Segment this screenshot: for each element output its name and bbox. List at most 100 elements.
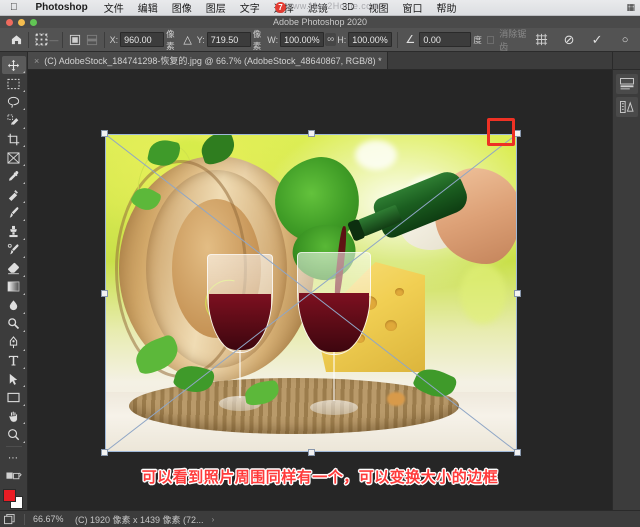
hand-tool[interactable] (2, 407, 26, 425)
align-icon[interactable] (67, 31, 83, 49)
delta-triangle-icon[interactable]: △ (180, 31, 196, 49)
zoom-tool[interactable] (2, 425, 26, 443)
frame-tool[interactable] (2, 148, 26, 166)
menu-item-window[interactable]: 窗口 (396, 0, 430, 15)
rectangle-tool[interactable] (2, 388, 26, 406)
transform-handle-middle-left[interactable] (101, 290, 108, 297)
tool-corner-indicator (22, 403, 25, 406)
transform-handle-top-right[interactable] (514, 130, 521, 137)
tool-corner-indicator (22, 311, 25, 314)
rotation-field[interactable]: 0.00 度 (419, 32, 485, 47)
gradient-tool[interactable] (2, 278, 26, 296)
tool-corner-indicator (22, 237, 25, 240)
healing-brush-tool[interactable] (2, 185, 26, 203)
angle-input[interactable]: 0.00 (419, 32, 472, 47)
status-expand-arrow-icon[interactable]: › (212, 515, 215, 524)
transform-handle-middle-right[interactable] (514, 290, 521, 297)
options-divider-2 (62, 31, 64, 48)
document-tab-title: (C) AdobeStock_184741298-恢复的.jpg @ 66.7%… (44, 56, 382, 66)
commit-transform-icon[interactable]: ✓ (588, 31, 606, 49)
eyedropper-tool[interactable] (2, 167, 26, 185)
pen-tool[interactable] (2, 333, 26, 351)
y-input[interactable]: 719.50 (206, 32, 251, 47)
cancel-transform-icon[interactable]: ⊘ (560, 31, 578, 49)
tool-corner-indicator (22, 219, 25, 222)
circle-icon[interactable]: ○ (616, 31, 634, 49)
menu-item-type[interactable]: 文字 (233, 0, 267, 15)
tool-corner-indicator (22, 422, 25, 425)
reference-point-grid-icon[interactable] (33, 31, 49, 49)
transform-handle-bottom-left[interactable] (101, 449, 108, 456)
transform-bounding-box[interactable] (101, 130, 521, 456)
menu-item-filter[interactable]: 滤镜 (301, 0, 335, 15)
link-chain-icon[interactable]: ∞ (325, 33, 337, 46)
height-field[interactable]: H: 100.00% (337, 32, 393, 47)
history-brush-tool[interactable] (2, 241, 26, 259)
apple-logo-icon[interactable]:  (0, 2, 27, 13)
type-tool[interactable] (2, 352, 26, 370)
move-tool[interactable] (1, 56, 26, 75)
tool-corner-indicator (22, 385, 25, 388)
brush-tool[interactable] (2, 204, 26, 222)
menu-item-view[interactable]: 视图 (362, 0, 396, 15)
grid-icon[interactable]: ▦ (621, 2, 640, 13)
transform-handle-top-left[interactable] (101, 130, 108, 137)
adjustments-panel-icon[interactable] (615, 97, 638, 117)
y-position-field[interactable]: Y: 719.50 像素 (197, 28, 266, 52)
options-bar: ― X: 960.00 像素 △ Y: 719.50 像素 W: 100.00%… (0, 28, 640, 52)
right-panel-dock (612, 70, 640, 510)
menu-app-name[interactable]: Photoshop (27, 2, 97, 13)
w-input[interactable]: 100.00% (280, 32, 325, 47)
warp-icon[interactable] (532, 31, 550, 49)
h-input[interactable]: 100.00% (348, 32, 393, 47)
tool-corner-indicator (22, 366, 25, 369)
photoshop-window:  Photoshop 文件 编辑 图像 图层 文字 选择 滤镜 3D 视图 窗… (0, 0, 640, 527)
quick-selection-tool[interactable] (2, 111, 26, 129)
reference-point-dash: ― (49, 34, 59, 45)
transform-handle-top-center[interactable] (308, 130, 315, 137)
menu-item-image[interactable]: 图像 (165, 0, 199, 15)
screen-mode-icon[interactable] (2, 467, 26, 485)
eraser-tool[interactable] (2, 259, 26, 277)
foreground-color-swatch[interactable] (2, 488, 16, 502)
distribute-icon[interactable] (83, 31, 99, 49)
document-tab-bar: × (C) AdobeStock_184741298-恢复的.jpg @ 66.… (28, 52, 612, 70)
transform-handle-bottom-right[interactable] (514, 449, 521, 456)
menu-item-edit[interactable]: 编辑 (131, 0, 165, 15)
crop-tool[interactable] (2, 130, 26, 148)
document-tab[interactable]: × (C) AdobeStock_184741298-恢复的.jpg @ 66.… (28, 52, 388, 69)
color-panel-icon[interactable] (615, 74, 638, 94)
home-icon[interactable] (8, 31, 24, 49)
canvas-area[interactable] (28, 70, 612, 510)
document-icon[interactable] (4, 513, 16, 525)
x-input[interactable]: 960.00 (120, 32, 165, 47)
clone-stamp-tool[interactable] (2, 222, 26, 240)
path-selection-tool[interactable] (2, 370, 26, 388)
color-swatches[interactable] (2, 488, 25, 510)
antialias-checkbox-box[interactable] (486, 35, 495, 44)
tool-corner-indicator (22, 293, 25, 296)
menu-item-help[interactable]: 帮助 (430, 0, 464, 15)
edit-toolbar-button[interactable]: ⋯ (2, 449, 26, 467)
dodge-tool[interactable] (2, 315, 26, 333)
close-icon[interactable]: × (34, 56, 39, 66)
menu-item-layer[interactable]: 图层 (199, 0, 233, 15)
menu-item-select[interactable]: 选择 (267, 0, 301, 15)
width-field[interactable]: W: 100.00% (267, 32, 325, 47)
status-divider (24, 513, 25, 525)
antialias-checkbox[interactable]: 消除锯齿 (486, 27, 531, 53)
y-label: Y: (196, 34, 205, 45)
menu-item-3d[interactable]: 3D (335, 2, 362, 13)
transform-handle-bottom-center[interactable] (308, 449, 315, 456)
tool-corner-indicator (22, 126, 25, 129)
menu-item-file[interactable]: 文件 (97, 0, 131, 15)
tool-corner-indicator (22, 108, 25, 111)
right-dock-strip (612, 52, 640, 70)
marquee-tool[interactable] (2, 74, 26, 92)
blur-tool[interactable] (2, 296, 26, 314)
x-label: X: (109, 34, 119, 45)
x-position-field[interactable]: X: 960.00 像素 (110, 28, 179, 52)
zoom-level-field[interactable]: 66.67% (33, 514, 67, 524)
lasso-tool[interactable] (2, 93, 26, 111)
mac-menu-bar:  Photoshop 文件 编辑 图像 图层 文字 选择 滤镜 3D 视图 窗… (0, 0, 640, 16)
